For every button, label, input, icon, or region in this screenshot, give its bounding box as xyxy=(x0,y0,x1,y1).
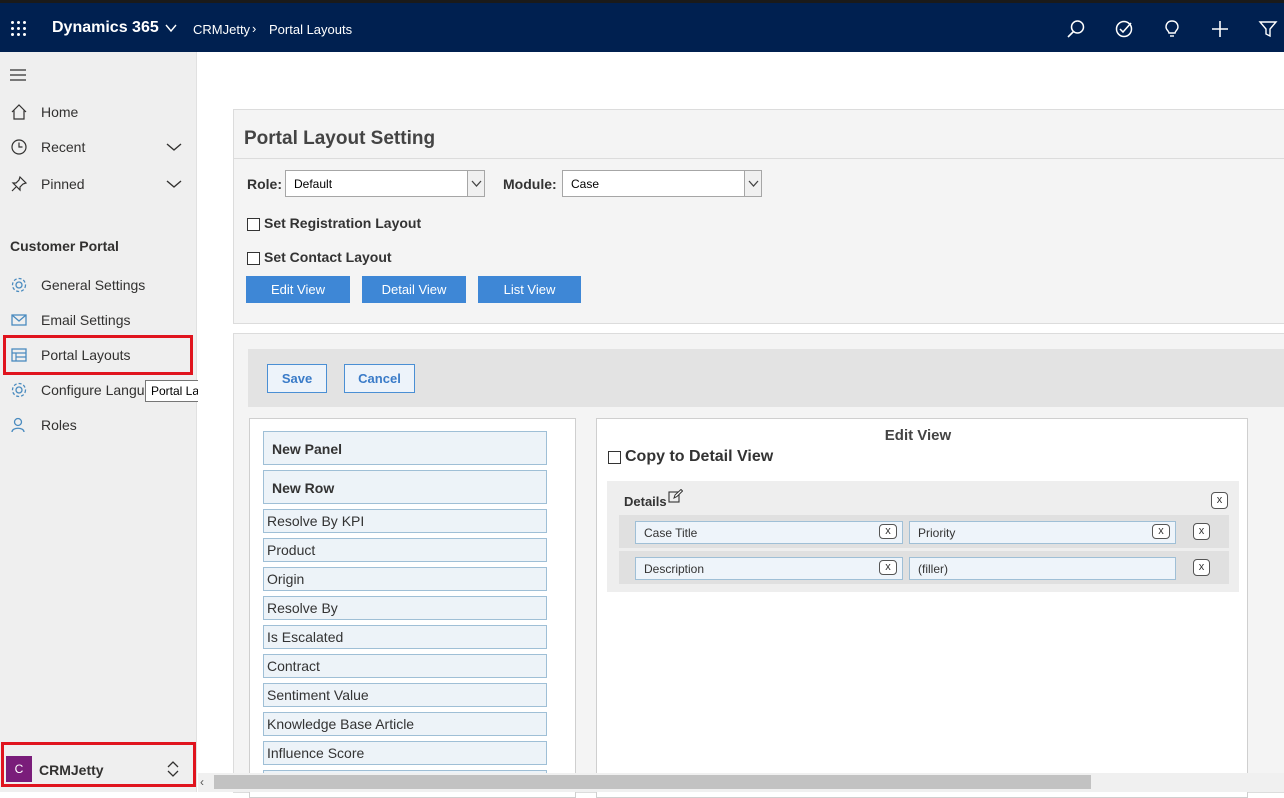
sidebar-item-pinned[interactable]: Pinned xyxy=(0,169,197,199)
search-icon[interactable] xyxy=(1066,19,1086,39)
list-item[interactable]: Resolve By xyxy=(263,596,547,620)
role-select[interactable]: Default xyxy=(285,170,485,197)
select-arrow[interactable] xyxy=(467,171,484,196)
sidebar-item-recent[interactable]: Recent xyxy=(0,132,197,162)
scroll-left-icon[interactable]: ‹ xyxy=(200,775,204,789)
chevron-down-icon xyxy=(471,180,482,187)
chevron-down-icon[interactable] xyxy=(165,175,183,193)
edit-view-canvas xyxy=(596,418,1248,798)
edit-view-button[interactable]: Edit View xyxy=(246,276,350,303)
chevron-down-icon[interactable] xyxy=(165,138,183,156)
contact-layout-checkbox[interactable] xyxy=(247,252,260,265)
chevron-down-icon[interactable] xyxy=(164,21,178,35)
sidebar-item-label: Roles xyxy=(41,417,77,433)
module-select-value: Case xyxy=(571,177,600,191)
remove-field-button[interactable]: x xyxy=(879,524,897,539)
list-item[interactable]: Is Escalated xyxy=(263,625,547,649)
list-item[interactable]: Origin xyxy=(263,567,547,591)
sidebar-item-label: Home xyxy=(41,104,79,120)
copy-to-detail-checkbox[interactable] xyxy=(608,451,621,464)
registration-layout-checkbox[interactable] xyxy=(247,218,260,231)
pin-icon xyxy=(11,175,28,192)
sidebar-item-home[interactable]: Home xyxy=(0,97,197,127)
select-arrow[interactable] xyxy=(744,171,761,196)
sidebar-item-label: General Settings xyxy=(41,277,146,293)
sidebar-item-roles[interactable]: Roles xyxy=(0,410,197,440)
top-navigation-bar: Dynamics 365 CRMJetty › Portal Layouts xyxy=(0,0,1284,52)
field-label: Priority xyxy=(918,526,956,540)
sidebar-item-label: Configure Langua xyxy=(41,382,153,398)
field-filler[interactable]: (filler) xyxy=(909,557,1176,580)
cancel-button[interactable]: Cancel xyxy=(344,364,415,393)
clock-icon xyxy=(11,139,27,155)
sidebar-item-email-settings[interactable]: Email Settings xyxy=(0,305,197,335)
edit-view-title: Edit View xyxy=(884,427,952,444)
list-item[interactable]: Product xyxy=(263,538,547,562)
sidebar: Home Recent Pinned Customer Portal Gener… xyxy=(0,52,197,792)
list-view-button[interactable]: List View xyxy=(478,276,581,303)
list-item[interactable]: Knowledge Base Article xyxy=(263,712,547,736)
divider xyxy=(234,158,1284,159)
page-title: Portal Layout Setting xyxy=(244,128,436,149)
role-label: Role: xyxy=(247,176,282,192)
filter-icon[interactable] xyxy=(1258,19,1278,39)
breadcrumb-separator-icon: › xyxy=(252,21,257,36)
roles-icon xyxy=(11,417,25,433)
copy-to-detail-label: Copy to Detail View xyxy=(625,448,774,465)
breadcrumb-page: Portal Layouts xyxy=(269,22,353,37)
field-case-title[interactable]: Case Title xyxy=(635,521,903,544)
remove-field-button[interactable]: x xyxy=(879,560,897,575)
scrollbar-thumb[interactable] xyxy=(214,775,1091,789)
sidebar-item-label: Email Settings xyxy=(41,312,131,328)
home-icon xyxy=(11,104,27,120)
sidebar-item-label: Recent xyxy=(41,139,86,155)
field-label: (filler) xyxy=(918,562,948,576)
list-item[interactable]: Influence Score xyxy=(263,741,547,765)
app-launcher-icon[interactable] xyxy=(11,21,27,37)
module-label: Module: xyxy=(503,176,557,192)
remove-row-button[interactable]: x xyxy=(1193,559,1210,576)
list-item[interactable]: Sentiment Value xyxy=(263,683,547,707)
sidebar-section-title: Customer Portal xyxy=(10,238,119,254)
role-select-value: Default xyxy=(294,177,333,191)
list-item[interactable]: Contract xyxy=(263,654,547,678)
new-row-item[interactable]: New Row xyxy=(263,470,547,504)
hamburger-menu-icon[interactable] xyxy=(10,69,26,81)
app-name[interactable]: Dynamics 365 xyxy=(52,19,159,37)
detail-view-button[interactable]: Detail View xyxy=(362,276,466,303)
remove-panel-button[interactable]: x xyxy=(1211,492,1228,509)
highlight-portal-layouts xyxy=(3,335,193,375)
sidebar-item-general-settings[interactable]: General Settings xyxy=(0,270,197,300)
field-label: Description xyxy=(644,562,705,576)
registration-layout-label: Set Registration Layout xyxy=(264,215,422,231)
field-label: Case Title xyxy=(644,526,698,540)
plus-icon[interactable] xyxy=(1210,19,1230,39)
sidebar-item-label: Pinned xyxy=(41,176,85,192)
new-panel-item[interactable]: New Panel xyxy=(263,431,547,465)
email-settings-icon xyxy=(11,314,27,326)
chevron-down-icon xyxy=(748,180,759,187)
remove-row-button[interactable]: x xyxy=(1193,523,1210,540)
edit-icon[interactable] xyxy=(668,489,683,504)
task-icon[interactable] xyxy=(1114,19,1134,39)
module-select[interactable]: Case xyxy=(562,170,762,197)
list-item[interactable]: Resolve By KPI xyxy=(263,509,547,533)
field-priority[interactable]: Priority xyxy=(909,521,1176,544)
field-description[interactable]: Description xyxy=(635,557,903,580)
contact-layout-label: Set Contact Layout xyxy=(264,249,392,265)
remove-field-button[interactable]: x xyxy=(1152,524,1170,539)
lightbulb-icon[interactable] xyxy=(1162,19,1182,39)
gear-icon xyxy=(11,277,27,293)
language-gear-icon xyxy=(11,382,27,398)
breadcrumb-app[interactable]: CRMJetty xyxy=(193,22,250,37)
highlight-area-switcher xyxy=(1,742,196,787)
save-button[interactable]: Save xyxy=(267,364,327,393)
details-panel-title: Details xyxy=(624,494,667,509)
